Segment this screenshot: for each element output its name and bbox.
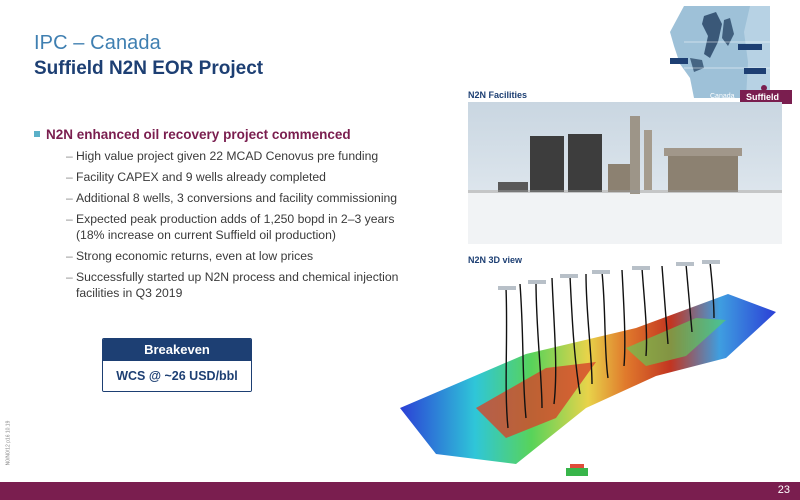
map-suffield-label: Suffield xyxy=(746,92,779,102)
breakeven-value: WCS @ ~26 USD/bbl xyxy=(103,361,251,391)
bullet-item: – High value project given 22 MCAD Cenovu… xyxy=(66,148,426,164)
title-block: IPC – Canada Suffield N2N EOR Project xyxy=(34,32,263,80)
bullet-text: Expected peak production adds of 1,250 b… xyxy=(76,212,395,242)
map-canada-label: Canada xyxy=(710,93,735,100)
dash-icon: – xyxy=(66,212,73,226)
dash-icon: – xyxy=(66,191,73,205)
bullet-item: – Strong economic returns, even at low pr… xyxy=(66,248,426,264)
page-subtitle: Suffield N2N EOR Project xyxy=(34,58,264,79)
bullet-text: Successfully started up N2N process and … xyxy=(76,270,399,300)
bullet-item: – Expected peak production adds of 1,250 … xyxy=(66,211,426,243)
dash-icon: – xyxy=(66,270,73,284)
bullet-text: Additional 8 wells, 3 conversions and fa… xyxy=(76,191,398,205)
bullet-text: Strong economic returns, even at low pri… xyxy=(76,249,314,263)
bullet-item: – Facility CAPEX and 9 wells already comp… xyxy=(66,169,426,185)
bullet-item: – Additional 8 wells, 3 conversions and f… xyxy=(66,190,426,206)
breakeven-box: Breakeven WCS @ ~26 USD/bbl xyxy=(102,338,252,392)
page-number: 23 xyxy=(777,484,790,496)
bullet-text: High value project given 22 MCAD Cenovus… xyxy=(76,149,379,163)
bullet-list: – High value project given 22 MCAD Cenovu… xyxy=(66,148,426,306)
square-bullet-icon xyxy=(34,131,40,137)
page-title: IPC – Canada xyxy=(34,32,161,54)
bullet-text: Facility CAPEX and 9 wells already compl… xyxy=(76,170,326,184)
facilities-photo xyxy=(468,102,782,244)
document-code: N0/N0/12 p16 10.19 xyxy=(5,420,12,466)
dash-icon: – xyxy=(66,249,73,263)
footer-bar: 23 xyxy=(0,482,800,500)
reservoir-3d-view xyxy=(400,260,776,476)
facilities-label: N2N Facilities xyxy=(468,90,528,100)
section-heading: N2N enhanced oil recovery project commen… xyxy=(34,127,351,142)
bullet-item: – Successfully started up N2N process and… xyxy=(66,269,426,301)
dash-icon: – xyxy=(66,149,73,163)
dash-icon: – xyxy=(66,170,73,184)
section-heading-text: N2N enhanced oil recovery project commen… xyxy=(46,127,351,142)
breakeven-label: Breakeven xyxy=(103,339,251,361)
